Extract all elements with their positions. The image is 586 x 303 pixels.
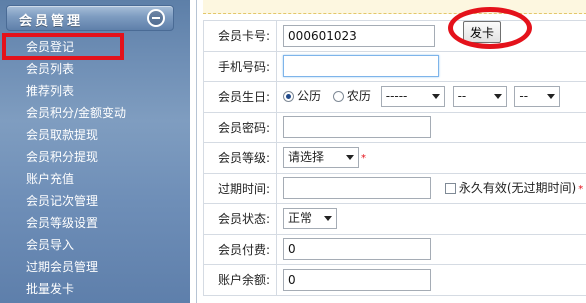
- account-balance-input[interactable]: [283, 268, 432, 291]
- never-expire-label: 永久有效(无过期时间): [458, 181, 577, 196]
- phone-input[interactable]: [283, 55, 440, 78]
- solar-calendar-label: 公历: [297, 89, 322, 104]
- row-status: 会员状态: 正常: [202, 203, 586, 235]
- password-input[interactable]: [283, 116, 432, 139]
- chevron-down-icon: [324, 216, 333, 222]
- sidebar-item-account-recharge[interactable]: 账户充值: [0, 168, 190, 190]
- collapse-minus-icon[interactable]: [147, 9, 165, 27]
- top-strip: [203, 0, 586, 14]
- row-birthday: 会员生日: 公历 农历 ----- -- --: [202, 81, 586, 113]
- card-no-input[interactable]: [283, 24, 436, 47]
- birthday-label: 会员生日:: [202, 81, 278, 113]
- row-level: 会员等级: 请选择 *: [202, 142, 586, 174]
- row-phone: 手机号码:: [202, 50, 586, 82]
- solar-calendar-radio[interactable]: [283, 91, 295, 103]
- sidebar-item-withdraw-cash[interactable]: 会员取款提现: [0, 124, 190, 146]
- password-label: 会员密码:: [202, 111, 278, 143]
- member-level-value: 请选择: [288, 150, 325, 165]
- chevron-down-icon: [431, 94, 440, 100]
- chevron-down-icon: [346, 155, 355, 161]
- sidebar-item-visit-count[interactable]: 会员记次管理: [0, 190, 190, 212]
- member-status-select[interactable]: 正常: [283, 208, 338, 230]
- birth-year-value: -----: [385, 89, 408, 104]
- sidebar: 会员管理 会员登记 会员列表 推荐列表 会员积分/金额变动 会员取款提现 会员积…: [0, 0, 190, 303]
- expire-time-input[interactable]: [283, 177, 432, 200]
- sidebar-item-points-balance-change[interactable]: 会员积分/金额变动: [0, 102, 190, 124]
- annotation-highlight-oval: [448, 7, 532, 49]
- sidebar-item-member-list[interactable]: 会员列表: [0, 58, 190, 80]
- sidebar-item-referral-list[interactable]: 推荐列表: [0, 80, 190, 102]
- member-status-value: 正常: [288, 211, 313, 226]
- member-register-form: 会员卡号: 手机号码: 会员生日: 公历 农历 ----- -- -- 会员密码…: [196, 0, 586, 303]
- sidebar-header[interactable]: 会员管理: [6, 5, 174, 31]
- row-password: 会员密码:: [202, 111, 586, 143]
- form-table: 会员卡号: 手机号码: 会员生日: 公历 农历 ----- -- -- 会员密码…: [202, 20, 586, 296]
- sidebar-menu: 会员登记 会员列表 推荐列表 会员积分/金额变动 会员取款提现 会员积分提现 账…: [0, 36, 190, 300]
- member-fee-input[interactable]: [283, 238, 432, 261]
- card-no-label: 会员卡号:: [202, 20, 278, 52]
- birth-day-select[interactable]: --: [514, 86, 561, 108]
- required-mark: *: [578, 184, 584, 196]
- expire-label: 过期时间:: [202, 172, 278, 204]
- row-expire: 过期时间: 永久有效(无过期时间) *: [202, 172, 586, 204]
- row-balance: 账户余额:: [202, 264, 586, 296]
- required-mark: *: [361, 153, 367, 165]
- phone-label: 手机号码:: [202, 50, 278, 82]
- member-level-select[interactable]: 请选择: [283, 147, 360, 169]
- row-fee: 会员付费:: [202, 233, 586, 265]
- sidebar-item-batch-issue-card[interactable]: 批量发卡: [0, 278, 190, 300]
- birth-year-select[interactable]: -----: [380, 86, 445, 108]
- balance-label: 账户余额:: [202, 264, 278, 296]
- never-expire-checkbox[interactable]: [444, 183, 456, 195]
- level-label: 会员等级:: [202, 142, 278, 174]
- sidebar-title: 会员管理: [19, 14, 84, 29]
- sidebar-item-member-import[interactable]: 会员导入: [0, 234, 190, 256]
- status-label: 会员状态:: [202, 203, 278, 235]
- annotation-highlight-rect: [2, 33, 124, 60]
- lunar-calendar-radio[interactable]: [332, 91, 344, 103]
- chevron-down-icon: [547, 94, 556, 100]
- sidebar-item-points-withdraw[interactable]: 会员积分提现: [0, 146, 190, 168]
- birth-day-value: --: [519, 89, 529, 104]
- lunar-calendar-label: 农历: [346, 89, 371, 104]
- sidebar-item-level-settings[interactable]: 会员等级设置: [0, 212, 190, 234]
- birth-month-select[interactable]: --: [452, 86, 507, 108]
- fee-label: 会员付费:: [202, 233, 278, 265]
- birth-month-value: --: [457, 89, 467, 104]
- chevron-down-icon: [493, 94, 502, 100]
- sidebar-item-expired-members[interactable]: 过期会员管理: [0, 256, 190, 278]
